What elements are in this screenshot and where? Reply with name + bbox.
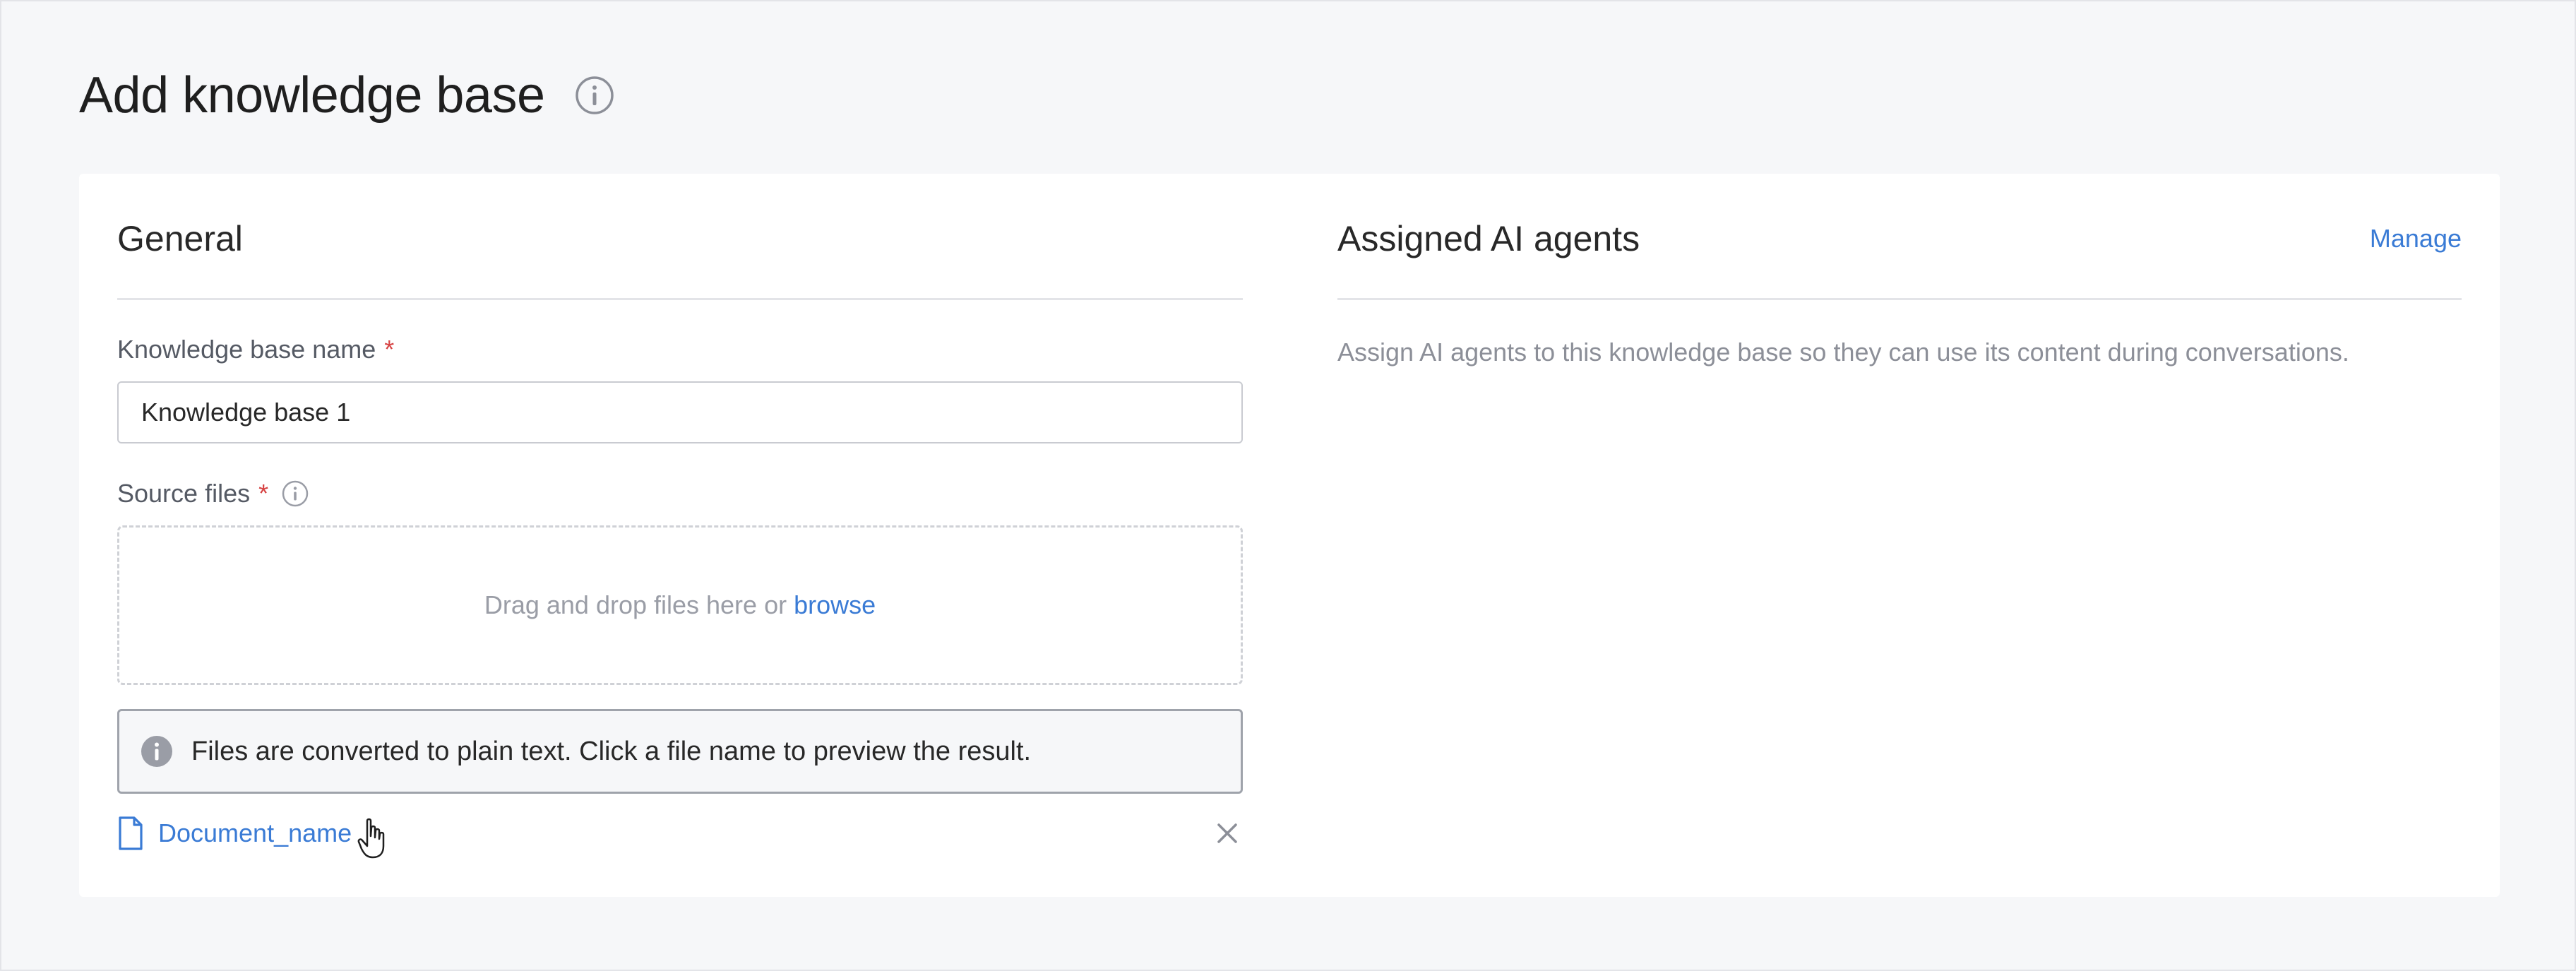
knowledge-base-name-input[interactable] — [117, 381, 1243, 443]
app-frame: Add knowledge base General Knowledge bas… — [0, 0, 2576, 971]
assigned-agents-description: Assign AI agents to this knowledge base … — [1337, 338, 2349, 367]
file-dropzone[interactable]: Drag and drop files here or browse — [117, 525, 1243, 685]
hand-pointer-icon — [357, 818, 385, 859]
page-title: Add knowledge base — [79, 67, 545, 124]
info-circle-icon[interactable] — [575, 76, 614, 115]
form-card: General Knowledge base name * Source fil… — [79, 174, 2500, 897]
assigned-agents-header: Assigned AI agents Manage — [1337, 218, 2462, 260]
manage-link[interactable]: Manage — [2370, 224, 2462, 254]
conversion-notice: Files are converted to plain text. Click… — [117, 709, 1243, 794]
page-header: Add knowledge base — [79, 64, 614, 127]
section-title-assigned-agents: Assigned AI agents — [1337, 219, 1640, 258]
info-circle-icon[interactable] — [281, 479, 309, 508]
file-list-item: Document_name — [117, 812, 1243, 854]
assigned-agents-section: Assigned AI agents Manage Assign AI agen… — [1337, 174, 2462, 897]
info-filled-icon — [141, 736, 172, 767]
document-icon — [119, 816, 143, 850]
notice-text: Files are converted to plain text. Click… — [191, 736, 1032, 766]
close-icon[interactable] — [1212, 818, 1243, 849]
divider — [117, 298, 1243, 300]
divider — [1337, 298, 2462, 300]
required-marker: * — [258, 479, 269, 508]
required-marker: * — [384, 335, 395, 364]
general-header: General — [117, 218, 1243, 260]
dropzone-text: Drag and drop files here or — [484, 590, 787, 619]
field-label-text: Knowledge base name — [117, 335, 376, 364]
general-section: General Knowledge base name * Source fil… — [117, 174, 1243, 897]
knowledge-base-name-label: Knowledge base name * — [117, 335, 394, 364]
source-files-label: Source files * — [117, 479, 309, 508]
section-title-general: General — [117, 219, 243, 258]
file-name-link[interactable]: Document_name — [158, 818, 352, 848]
field-label-text: Source files — [117, 479, 251, 508]
browse-link[interactable]: browse — [794, 590, 876, 620]
